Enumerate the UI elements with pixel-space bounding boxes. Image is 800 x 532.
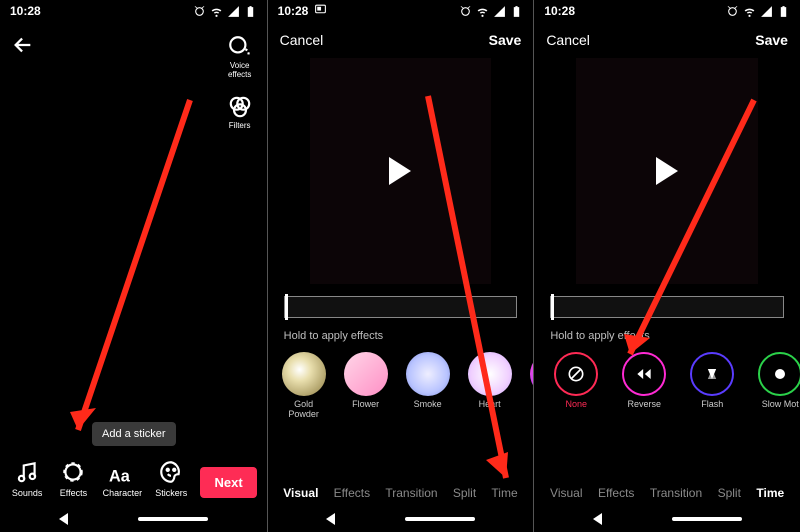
battery-icon [244,5,257,18]
alarm-icon [726,5,739,18]
nav-back[interactable] [593,513,602,525]
status-bar: 10:28 [534,0,800,22]
alarm-icon [459,5,472,18]
stickers-button[interactable]: Stickers [154,459,188,498]
screen-b-visual-effects: 10:28 Cancel Save Hold to apply effects … [267,0,534,532]
voice-effects-button[interactable]: Voice effects [219,34,261,80]
wifi-icon [210,5,223,18]
back-arrow-icon [12,34,34,56]
status-time: 10:28 [544,4,575,18]
gold-powder-icon [282,352,326,396]
status-time: 10:28 [278,4,309,18]
battery-icon [510,5,523,18]
next-button[interactable]: Next [200,467,256,498]
save-button[interactable]: Save [489,32,522,48]
effect-none[interactable]: None [550,352,602,420]
effect-slow-motion[interactable]: Slow Mot [754,352,800,420]
tutorial-arrow [40,90,210,470]
alarm-icon [193,5,206,18]
none-icon [554,352,598,396]
tab-effects[interactable]: Effects [598,486,634,500]
cast-icon [314,3,327,19]
effect-gold-powder[interactable]: GoldPowder [278,352,330,420]
video-preview[interactable] [576,58,758,284]
effect-flower[interactable]: Flower [340,352,392,420]
status-time: 10:28 [10,4,41,18]
sticker-tooltip: Add a sticker [92,422,176,446]
tab-effects[interactable]: Effects [334,486,370,500]
wifi-icon [476,5,489,18]
save-button[interactable]: Save [755,32,788,48]
flower-icon [344,352,388,396]
effect-reverse[interactable]: Reverse [618,352,670,420]
signal-icon [227,5,240,18]
effect-neon[interactable]: Neon [526,352,534,420]
android-nav [268,506,534,532]
play-icon [389,157,411,185]
screen-c-time-effects: 10:28 Cancel Save Hold to apply effects … [533,0,800,532]
tab-transition[interactable]: Transition [650,486,702,500]
music-icon [14,459,40,485]
nav-home[interactable] [405,517,475,521]
tab-split[interactable]: Split [718,486,741,500]
back-button[interactable] [12,34,34,61]
svg-text:Aa: Aa [109,468,131,485]
timeline-cursor[interactable] [285,294,288,320]
cancel-button[interactable]: Cancel [546,32,590,48]
battery-icon [777,5,790,18]
effect-heart[interactable]: Heart [464,352,516,420]
nav-back[interactable] [326,513,335,525]
nav-back[interactable] [59,513,68,525]
play-icon [656,157,678,185]
hold-hint: Hold to apply effects [550,330,649,342]
effects-icon [60,459,86,485]
slow-motion-icon [758,352,800,396]
status-bar: 10:28 [0,0,267,22]
tab-time[interactable]: Time [756,486,784,500]
effects-button[interactable]: Effects [56,459,90,498]
android-nav [0,506,267,532]
sounds-button[interactable]: Sounds [10,459,44,498]
filters-icon [227,94,253,120]
voice-effects-icon [227,34,253,60]
signal-icon [493,5,506,18]
text-icon: Aa [109,463,135,485]
character-button[interactable]: Aa Character [103,463,143,498]
status-bar: 10:28 [268,0,534,22]
timeline[interactable] [550,296,784,318]
timeline[interactable] [284,296,518,318]
tab-time[interactable]: Time [491,486,517,500]
tab-visual[interactable]: Visual [283,486,318,500]
cancel-button[interactable]: Cancel [280,32,324,48]
heart-icon [468,352,512,396]
hold-hint: Hold to apply effects [284,330,383,342]
sticker-icon [158,459,184,485]
android-nav [534,506,800,532]
nav-home[interactable] [672,517,742,521]
filters-button[interactable]: Filters [219,94,261,131]
reverse-icon [622,352,666,396]
wifi-icon [743,5,756,18]
timeline-cursor[interactable] [551,294,554,320]
status-icons [193,5,257,18]
effect-flash[interactable]: Flash [686,352,738,420]
screen-a-record: 10:28 Voice effects Filters Add a sticke… [0,0,267,532]
video-preview[interactable] [310,58,492,284]
tab-transition[interactable]: Transition [385,486,437,500]
effect-smoke[interactable]: Smoke [402,352,454,420]
signal-icon [760,5,773,18]
flash-icon [690,352,734,396]
tab-visual[interactable]: Visual [550,486,582,500]
smoke-icon [406,352,450,396]
nav-home[interactable] [138,517,208,521]
tab-split[interactable]: Split [453,486,476,500]
